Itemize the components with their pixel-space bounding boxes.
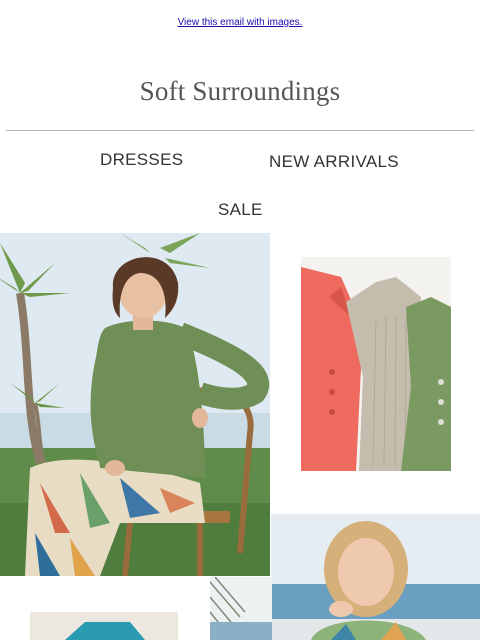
- nav-new-arrivals-link[interactable]: NEW ARRIVALS: [269, 152, 399, 172]
- product-flatlay-photo[interactable]: [301, 257, 451, 471]
- nav-sale-link[interactable]: SALE: [218, 200, 263, 220]
- flatlay-illustration: [301, 257, 451, 471]
- product3-illustration: [30, 612, 178, 640]
- palm-detail-photo[interactable]: [210, 577, 272, 640]
- view-with-images-link[interactable]: View this email with images.: [0, 17, 480, 28]
- header-divider: [6, 130, 474, 131]
- model-photo-blonde[interactable]: [271, 514, 480, 640]
- hero-photo[interactable]: [0, 233, 270, 576]
- nav-dresses-link[interactable]: DRESSES: [100, 150, 183, 170]
- product-photo-bottom[interactable]: [30, 612, 178, 640]
- palm-detail-illustration: [210, 577, 272, 640]
- hero-illustration: [0, 233, 270, 576]
- model2-illustration: [271, 514, 480, 640]
- brand-logo[interactable]: Soft Surroundings: [0, 76, 480, 107]
